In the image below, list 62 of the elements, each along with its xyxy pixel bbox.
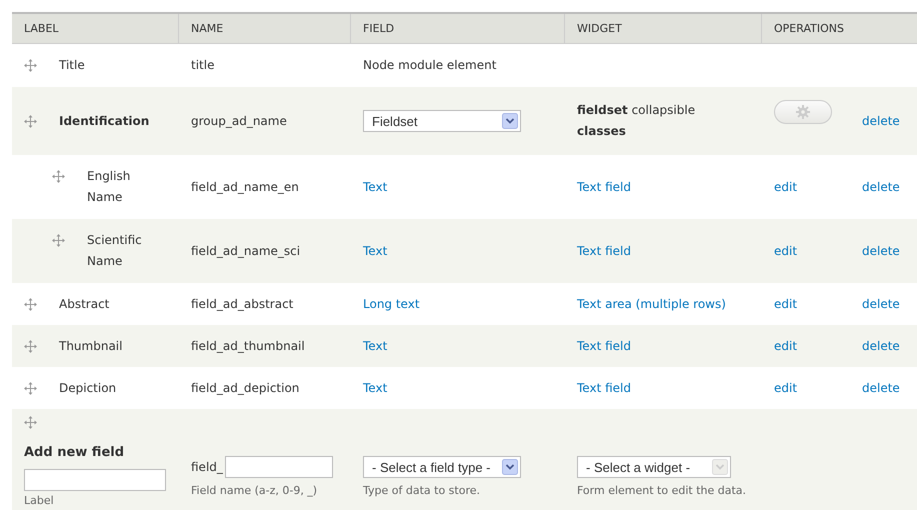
column-header: OPERATIONS (773, 21, 845, 37)
delete-link[interactable]: delete (862, 380, 900, 394)
widget-link[interactable]: Text field (577, 380, 631, 394)
delete-link[interactable]: delete (862, 114, 900, 128)
field-type-hint: Type of data to store. (363, 484, 481, 498)
field-type-link[interactable]: Text (363, 380, 388, 394)
field-type-link[interactable]: Long text (363, 296, 420, 310)
widget-link[interactable]: Text field (577, 180, 631, 194)
field-prefix: field_ (191, 458, 223, 476)
drag-handle-icon[interactable] (52, 234, 65, 247)
machine-name: field_ad_depiction (190, 380, 300, 397)
machine-name: field_ad_name_en (190, 178, 300, 196)
column-header: WIDGET (565, 14, 762, 43)
field-type-link[interactable]: Text (363, 338, 388, 352)
delete-link[interactable]: delete (862, 296, 900, 310)
drag-handle-icon[interactable] (24, 416, 37, 429)
column-header: NAME (179, 14, 351, 43)
field-label: English Name (87, 168, 132, 206)
delete-link[interactable]: delete (862, 338, 900, 352)
label-input[interactable] (24, 469, 166, 491)
drag-handle-icon[interactable] (24, 114, 37, 128)
field-label: Abstract (59, 296, 110, 312)
drag-handle-icon[interactable] (24, 382, 37, 394)
machine-name: field_ad_name_sci (190, 242, 302, 260)
edit-link[interactable]: edit (774, 296, 798, 310)
field-label: Scientific Name (87, 232, 143, 270)
widget-link[interactable]: Text area (multiple rows) (577, 296, 726, 310)
column-header: FIELD (351, 14, 565, 43)
field-type-link[interactable]: Text (363, 180, 388, 194)
edit-link[interactable]: edit (774, 338, 798, 352)
field-type-select[interactable]: Fieldset (363, 110, 521, 132)
drag-handle-icon[interactable] (52, 170, 65, 183)
field-name-input[interactable] (224, 456, 333, 478)
field-label: Thumbnail (59, 338, 122, 354)
field-label: Title (59, 57, 85, 74)
machine-name: field_ad_thumbnail (190, 338, 306, 355)
settings-icon (796, 105, 810, 119)
delete-link[interactable]: delete (862, 180, 900, 194)
edit-link[interactable]: edit (774, 244, 798, 258)
edit-link[interactable]: edit (774, 180, 798, 194)
field-name-hint: Field name (a-z, 0-9, _) (191, 484, 318, 498)
field-type: Node module element (363, 58, 496, 72)
drag-handle-icon[interactable] (24, 298, 37, 310)
machine-name: title (190, 57, 216, 74)
field-type-select[interactable]: - Select a field type - (363, 456, 521, 478)
drag-handle-icon[interactable] (24, 59, 37, 72)
column-header: LABEL (12, 14, 179, 43)
field-label: Identification (59, 112, 150, 130)
widget-description: fieldset collapsible classes (577, 102, 696, 140)
widget-link[interactable]: Text field (577, 338, 631, 352)
field-label: Depiction (59, 380, 116, 396)
field-type-link[interactable]: Text (363, 244, 388, 258)
machine-name: group_ad_name (190, 112, 288, 130)
settings-button[interactable] (774, 100, 832, 124)
machine-name: field_ad_abstract (190, 296, 294, 313)
drag-handle-icon[interactable] (24, 340, 37, 352)
delete-link[interactable]: delete (862, 244, 900, 258)
widget-hint: Form element to edit the data. (577, 484, 748, 498)
add-field-heading: Add new field (24, 444, 126, 462)
edit-link[interactable]: edit (774, 380, 798, 394)
label-hint: Label (24, 494, 55, 508)
widget-link[interactable]: Text field (577, 244, 631, 258)
